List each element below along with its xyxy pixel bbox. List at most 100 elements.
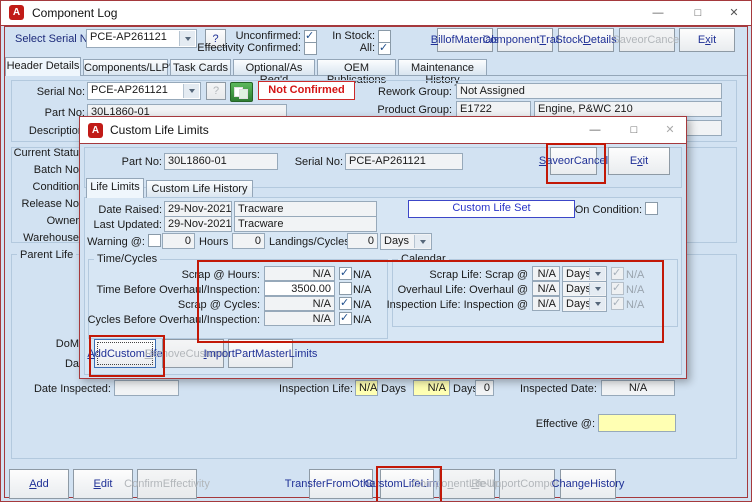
tab-task-cards[interactable]: Task Cards xyxy=(170,59,231,75)
tab-maintenance-history[interactable]: Maintenance History xyxy=(398,59,487,86)
cycles-before-overhaul-field: N/A xyxy=(264,311,335,326)
dialog-titlebar: A Custom Life Limits — □ ✕ xyxy=(80,117,686,144)
landings-cycles-label: Landings/Cycles xyxy=(269,236,350,248)
minimize-icon[interactable]: — xyxy=(578,118,612,142)
effective-at-label: Effective @: xyxy=(535,418,595,430)
close-icon[interactable]: ✕ xyxy=(717,1,751,25)
na-label: N/A xyxy=(353,269,372,281)
dropdown-arrow-icon[interactable] xyxy=(183,84,199,98)
hours-label: Hours xyxy=(199,236,229,248)
maximize-icon[interactable]: □ xyxy=(617,118,651,142)
stock-details-button[interactable]: Stock Details xyxy=(555,28,617,52)
custom-life-limits-dialog: A Custom Life Limits — □ ✕ Part No: 30L1… xyxy=(79,116,687,379)
close-icon[interactable]: ✕ xyxy=(653,118,687,142)
last-updated-label: Last Updated: xyxy=(93,219,163,231)
unit-value: Days xyxy=(566,268,592,280)
dropdown-arrow-icon xyxy=(589,283,605,295)
effectivity-confirmed-checkbox[interactable] xyxy=(304,42,317,55)
unconfirmed-label: Unconfirmed: xyxy=(235,30,301,42)
stock-cards-icon[interactable] xyxy=(230,82,253,102)
on-condition-checkbox[interactable] xyxy=(645,202,658,215)
na-label: N/A xyxy=(353,299,372,311)
warehouse-label: Warehouse xyxy=(23,232,79,244)
maximize-icon[interactable]: □ xyxy=(681,1,715,25)
select-serial-combobox[interactable]: PCE-AP261121 xyxy=(86,29,197,48)
calendar-label: Calendar xyxy=(398,253,449,265)
dialog-part-no-field: 30L1860-01 xyxy=(164,153,278,170)
time-before-overhaul-label: Time Before Overhaul/Inspection: xyxy=(96,284,260,296)
serial-no-value: PCE-AP261121 xyxy=(91,84,168,96)
updated-by-field: Tracware xyxy=(234,216,377,232)
effectivity-confirmed-label: Effectivity Confirmed: xyxy=(197,42,301,54)
scrap-cycles-field: N/A xyxy=(264,296,335,311)
warning-at-label: Warning @: xyxy=(87,236,145,248)
time-before-overhaul-field[interactable]: 3500.00 xyxy=(264,281,335,296)
select-serial-label: Select Serial No: xyxy=(15,33,97,45)
on-condition-label: On Condition: xyxy=(574,204,642,216)
scrap-hours-na-checkbox[interactable] xyxy=(339,266,352,280)
days-unit-value: Days xyxy=(384,235,410,247)
release-no-label: Release No xyxy=(21,198,79,210)
tab-custom-life-history[interactable]: Custom Life History xyxy=(146,180,253,198)
effective-at-field[interactable] xyxy=(598,414,676,432)
product-group-code-field: E1722 xyxy=(456,101,531,117)
inspection-life-unit-combobox: Days xyxy=(562,296,607,312)
tab-oem-publications[interactable]: OEM Publications xyxy=(317,59,396,86)
scrap-cycles-na-checkbox[interactable] xyxy=(339,296,352,310)
scrap-life-label: Scrap Life: Scrap @ xyxy=(429,269,528,281)
main-titlebar: A Component Log — □ ✕ xyxy=(1,1,751,26)
app-icon: A xyxy=(88,123,103,138)
date-raised-label: Date Raised: xyxy=(98,204,162,216)
scrap-life-na-checkbox xyxy=(611,266,624,280)
dropdown-arrow-icon xyxy=(589,268,605,280)
owner-label: Owner xyxy=(46,215,79,227)
raised-by-field: Tracware xyxy=(234,201,377,217)
serial-no-label: Serial No: xyxy=(36,86,85,98)
dropdown-arrow-icon[interactable] xyxy=(179,31,195,46)
tab-components-llps[interactable]: Components/LLP's xyxy=(83,59,177,75)
condition-label: Condition xyxy=(32,181,79,193)
in-stock-label: In Stock: xyxy=(332,30,375,42)
confirm-effectivity-button: Confirm Effectivity xyxy=(124,469,210,499)
overhaul-life-unit-combobox: Days xyxy=(562,281,607,297)
header-help-button: ? xyxy=(206,82,226,100)
dialog-save-or-cancel-button[interactable]: Save or Cancel xyxy=(539,147,608,175)
save-or-cancel-button[interactable]: Save or Cancel xyxy=(612,28,682,52)
select-serial-value: PCE-AP261121 xyxy=(90,31,167,43)
cycles-before-overhaul-label: Cycles Before Overhaul/Inspection: xyxy=(87,314,260,326)
warning-checkbox[interactable] xyxy=(148,234,161,247)
na-label-disabled: N/A xyxy=(626,269,645,281)
tab-header-details[interactable]: Header Details xyxy=(5,57,81,76)
dropdown-arrow-icon[interactable] xyxy=(414,235,430,248)
dialog-exit-button[interactable]: Exit xyxy=(608,147,670,175)
scrap-hours-label: Scrap @ Hours: xyxy=(181,269,260,281)
component-trace-button[interactable]: Component Trace xyxy=(482,28,568,52)
change-history-button[interactable]: Change History xyxy=(552,469,624,499)
cycles-before-overhaul-na-checkbox[interactable] xyxy=(339,311,352,325)
overhaul-life-label: Overhaul Life: Overhaul @ xyxy=(397,284,528,296)
scrap-life-field: N/A xyxy=(532,266,560,281)
minimize-icon[interactable]: — xyxy=(641,1,675,25)
date-inspected-label: Date Inspected: xyxy=(33,383,111,395)
transfer-from-other-sn-button[interactable]: Transfer From Other S/N xyxy=(285,469,397,499)
add-button[interactable]: Add xyxy=(9,469,69,499)
warning-days-unit-combobox[interactable]: Days xyxy=(380,233,432,250)
time-before-overhaul-na-checkbox[interactable] xyxy=(339,282,352,295)
warning-landings-field[interactable]: 0 xyxy=(232,233,265,249)
current-status-label: Current Statu xyxy=(13,147,79,159)
tab-optional-as-reqd[interactable]: Optional/As Req'd xyxy=(233,59,315,86)
overhaul-life-na-checkbox xyxy=(611,281,624,295)
import-part-master-limits-button[interactable]: Import Part Master Limits xyxy=(204,339,317,368)
warning-hours-field[interactable]: 0 xyxy=(162,233,195,249)
all-checkbox[interactable] xyxy=(378,41,391,55)
date-inspected-field[interactable] xyxy=(114,380,179,396)
all-label: All: xyxy=(359,42,375,54)
tab-life-limits[interactable]: Life Limits xyxy=(86,178,144,198)
serial-no-combobox[interactable]: PCE-AP261121 xyxy=(87,82,201,100)
overhaul-life-field: N/A xyxy=(532,281,560,296)
na-label-disabled: N/A xyxy=(626,299,645,311)
exit-button[interactable]: Exit xyxy=(679,28,735,52)
warning-days-field[interactable]: 0 xyxy=(347,233,378,249)
component-log-window: A Component Log — □ ✕ Select Serial No: … xyxy=(0,0,752,502)
date-label-fragment: Da xyxy=(64,358,79,370)
